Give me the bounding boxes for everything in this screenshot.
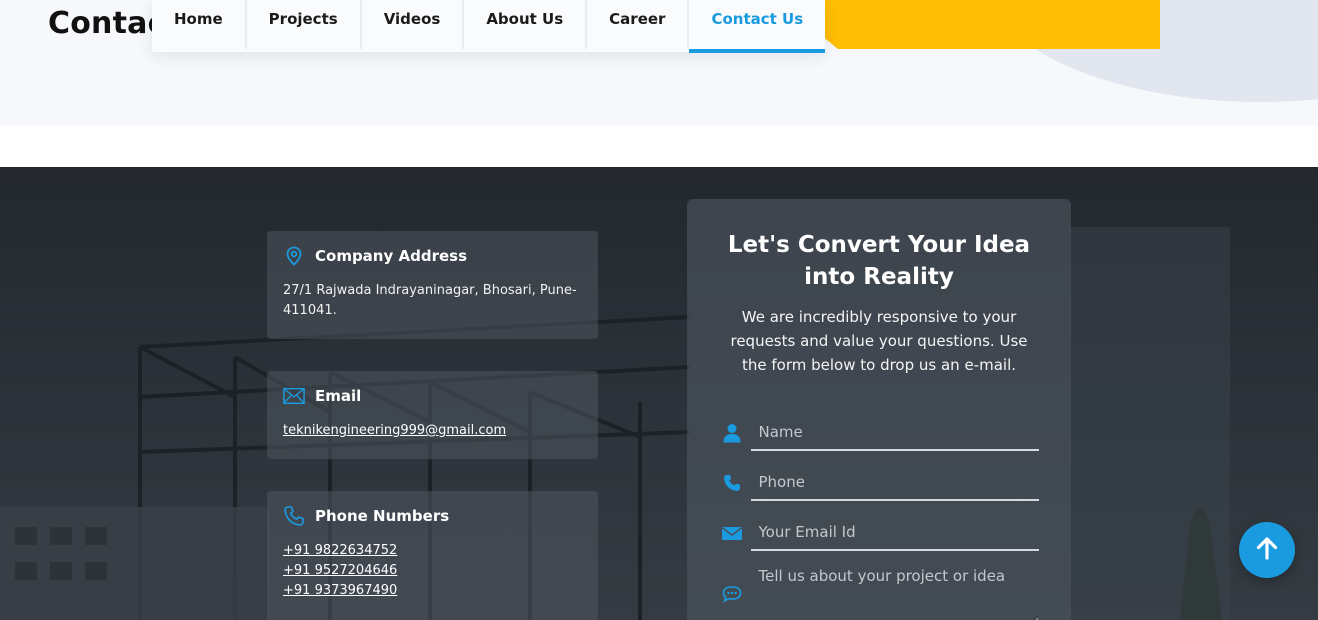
address-title: Company Address: [315, 247, 467, 265]
form-subtitle: We are incredibly responsive to your req…: [730, 308, 1028, 374]
phone-field: [719, 463, 1039, 503]
message-field: [719, 563, 1039, 620]
phone-link-2[interactable]: +91 9527204646: [283, 561, 582, 581]
envelope-icon: [283, 385, 305, 407]
contact-form-card: Let's Convert Your Idea into Reality We …: [687, 199, 1071, 620]
page-header: Contact Home Projects Videos About Us Ca…: [0, 0, 1318, 126]
email-card: Email teknikengineering999@gmail.com: [267, 371, 598, 459]
main-nav: Home Projects Videos About Us Career Con…: [152, 0, 826, 53]
nav-videos[interactable]: Videos: [362, 0, 465, 49]
user-icon: [719, 420, 745, 446]
address-card: Company Address 27/1 Rajwada Indrayanina…: [267, 231, 598, 339]
phone-link-3[interactable]: +91 9373967490: [283, 581, 582, 601]
phone-icon: [719, 470, 745, 496]
address-text: 27/1 Rajwada Indrayaninagar, Bhosari, Pu…: [283, 283, 577, 318]
phone-icon: [283, 505, 305, 527]
name-input[interactable]: [750, 415, 1039, 451]
location-pin-icon: [283, 245, 305, 267]
contact-section: Company Address 27/1 Rajwada Indrayanina…: [0, 167, 1318, 620]
chat-bubble-icon: [719, 581, 745, 607]
nav-projects[interactable]: Projects: [247, 0, 362, 49]
phone-link-1[interactable]: +91 9822634752: [283, 541, 582, 561]
email-input[interactable]: [750, 515, 1039, 551]
background-steel-structure-image: [0, 227, 1230, 620]
nav-home[interactable]: Home: [152, 0, 247, 49]
nav-career[interactable]: Career: [587, 0, 690, 49]
name-field: [719, 413, 1039, 453]
arrow-up-icon: [1256, 536, 1278, 564]
phones-title: Phone Numbers: [315, 507, 450, 525]
email-title: Email: [315, 387, 362, 405]
phones-card: Phone Numbers +91 9822634752 +91 9527204…: [267, 491, 598, 620]
message-textarea[interactable]: [750, 563, 1039, 620]
email-field: [719, 513, 1039, 553]
decorative-yellow-banner: [778, 0, 1160, 49]
nav-about-us[interactable]: About Us: [464, 0, 588, 49]
nav-contact-us[interactable]: Contact Us: [689, 0, 826, 53]
phone-input[interactable]: [750, 465, 1039, 501]
envelope-icon: [719, 520, 745, 546]
email-link[interactable]: teknikengineering999@gmail.com: [283, 421, 582, 441]
form-title: Let's Convert Your Idea into Reality: [727, 232, 1031, 290]
scroll-to-top-button[interactable]: [1239, 522, 1295, 578]
